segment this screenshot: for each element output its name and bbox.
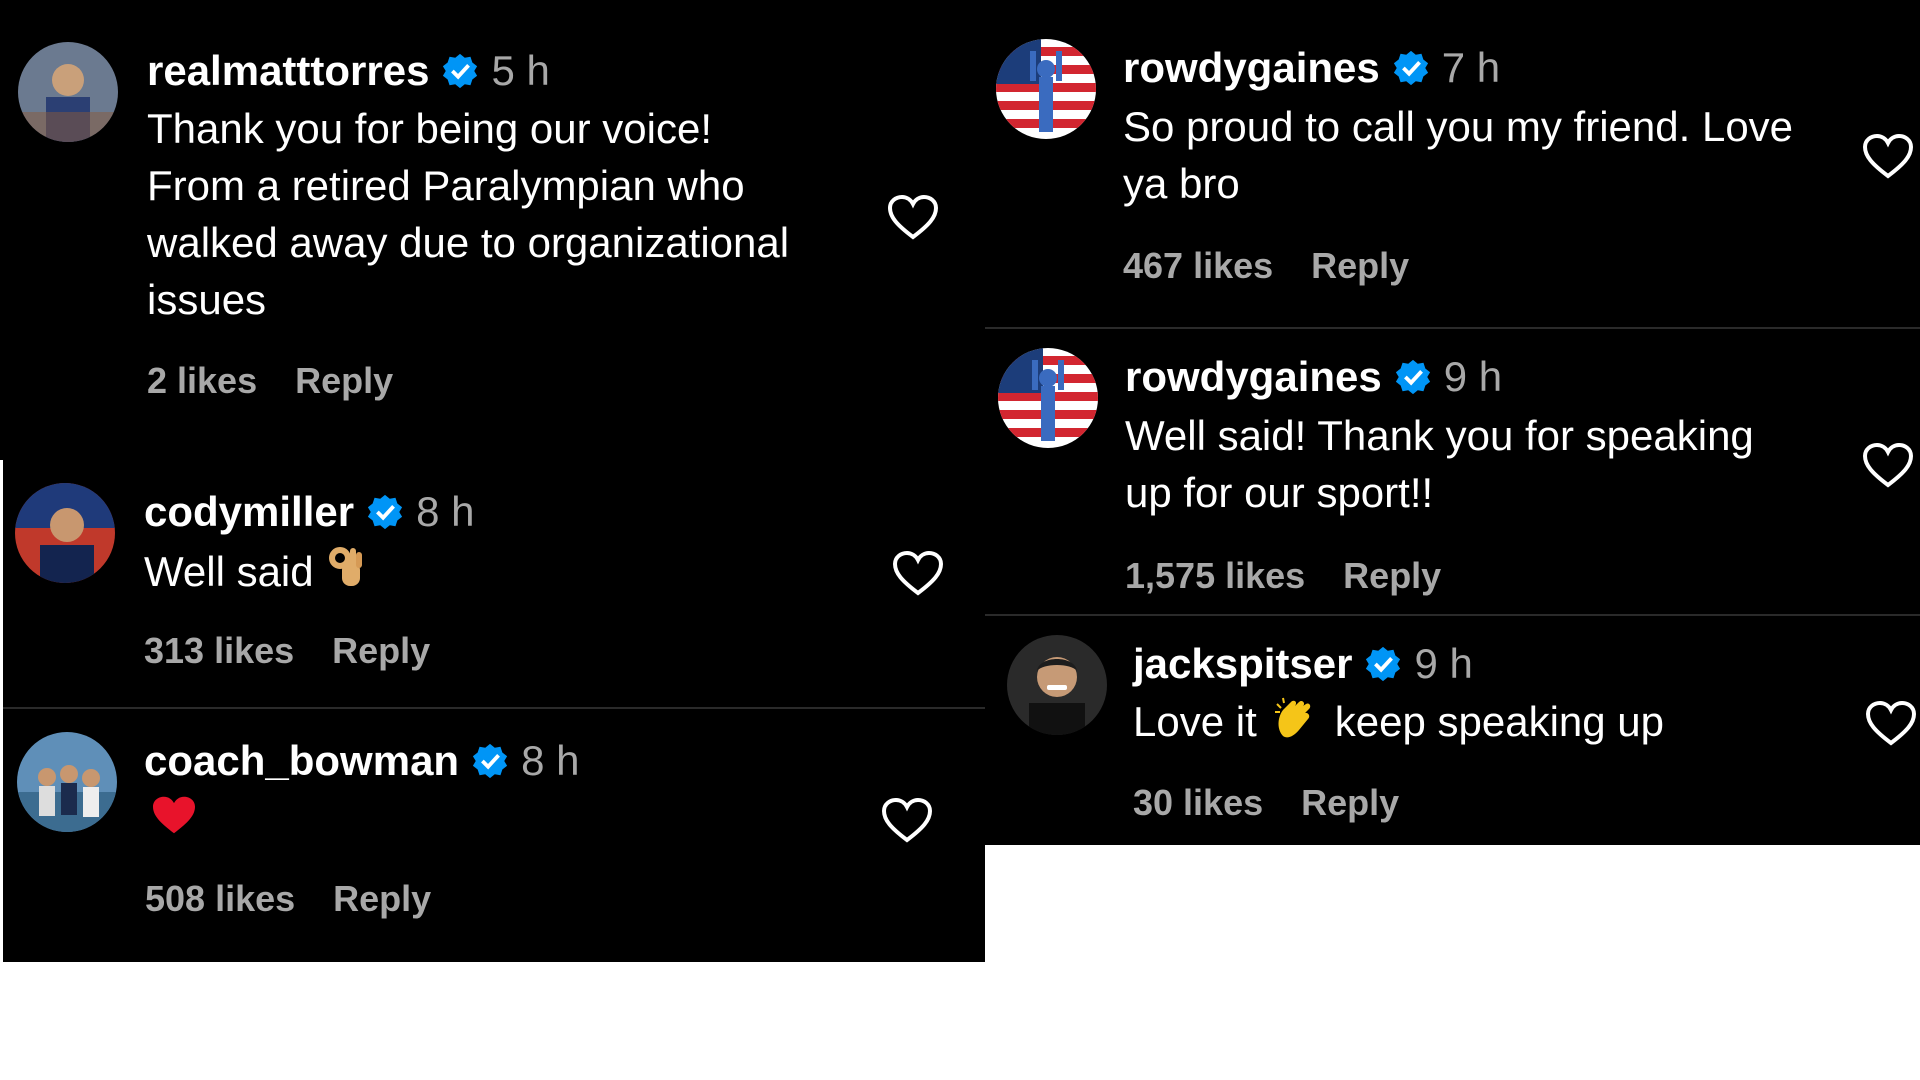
comment-text: So proud to call you my friend. Love ya … [1123, 98, 1793, 212]
comment-text: Love it keep speaking up [1133, 693, 1664, 754]
like-heart-icon[interactable] [1862, 442, 1914, 488]
comment-header: codymiller 8 h [144, 488, 474, 536]
timestamp: 7 h [1441, 44, 1501, 91]
likes-count[interactable]: 508 likes [145, 878, 295, 919]
likes-count[interactable]: 467 likes [1123, 245, 1273, 286]
reply-button[interactable]: Reply [295, 360, 393, 401]
reply-button[interactable]: Reply [1311, 245, 1409, 286]
comment-meta: 467 likes Reply [1123, 245, 1409, 287]
comment-line: So proud to call you my friend. Love [1123, 103, 1794, 150]
username[interactable]: coach_bowman [144, 737, 459, 785]
comment-line: Well said! Thank you for speaking [1125, 412, 1754, 459]
verified-badge-icon [1394, 358, 1432, 396]
username[interactable]: realmatttorres [147, 47, 429, 95]
avatar[interactable] [18, 42, 118, 142]
comment-meta: 1,575 likes Reply [1125, 555, 1441, 597]
comment-text-after: keep speaking up [1334, 698, 1665, 745]
likes-count[interactable]: 313 likes [144, 630, 294, 671]
comment-line: issues [147, 276, 267, 323]
comment-text-before: Love it [1133, 698, 1257, 745]
avatar[interactable] [996, 39, 1096, 139]
verified-badge-icon [471, 742, 509, 780]
timestamp: 9 h [1443, 353, 1503, 400]
comment-divider [985, 327, 1920, 329]
username[interactable]: rowdygaines [1125, 353, 1382, 401]
avatar[interactable] [15, 483, 115, 583]
reply-button[interactable]: Reply [333, 878, 431, 919]
verified-badge-icon [1364, 645, 1402, 683]
avatar[interactable] [1007, 635, 1107, 735]
comment-text: Well said [144, 543, 364, 604]
like-heart-icon[interactable] [881, 797, 933, 843]
like-heart-icon[interactable] [892, 550, 944, 596]
comment-meta: 30 likes Reply [1133, 782, 1399, 824]
timestamp: 8 h [521, 737, 580, 784]
username[interactable]: codymiller [144, 488, 354, 536]
avatar[interactable] [17, 732, 117, 832]
timestamp: 8 h [416, 488, 475, 535]
comment-line: Thank you for being our voice! [147, 105, 712, 152]
red-heart-emoji-icon [150, 793, 198, 850]
verified-badge-icon [366, 493, 404, 531]
likes-count[interactable]: 30 likes [1133, 782, 1263, 823]
comment-divider [985, 614, 1920, 616]
avatar[interactable] [998, 348, 1098, 448]
comment-line: ya bro [1123, 160, 1240, 207]
comment-text [150, 793, 198, 850]
verified-badge-icon [441, 52, 479, 90]
comment-text: Well said! Thank you for speaking up for… [1125, 407, 1754, 521]
like-heart-icon[interactable] [1862, 133, 1914, 179]
comment-line: up for our sport!! [1125, 469, 1434, 516]
reply-button[interactable]: Reply [1343, 555, 1441, 596]
timestamp: 9 h [1414, 640, 1473, 687]
comment-line: Well said [144, 543, 364, 604]
like-heart-icon[interactable] [887, 194, 939, 240]
comment-line: walked away due to organizational [147, 219, 790, 266]
comment-text: Thank you for being our voice! From a re… [147, 100, 789, 328]
reply-button[interactable]: Reply [1301, 782, 1399, 823]
comment-header: coach_bowman 8 h [144, 737, 579, 785]
comment-header: realmatttorres 5 h [147, 47, 550, 95]
comment-header: rowdygaines 7 h [1123, 44, 1500, 92]
timestamp: 5 h [491, 47, 550, 94]
comment-header: rowdygaines 9 h [1125, 353, 1502, 401]
likes-count[interactable]: 2 likes [147, 360, 257, 401]
username[interactable]: rowdygaines [1123, 44, 1380, 92]
verified-badge-icon [1392, 49, 1430, 87]
comment-line-text: Well said [144, 548, 314, 595]
comment-meta: 313 likes Reply [144, 630, 430, 672]
comment-meta: 508 likes Reply [145, 878, 431, 920]
comment-meta: 2 likes Reply [147, 360, 393, 402]
comment-divider [3, 707, 985, 709]
likes-count[interactable]: 1,575 likes [1125, 555, 1305, 596]
comment-header: jackspitser 9 h [1133, 640, 1473, 688]
username[interactable]: jackspitser [1133, 640, 1352, 688]
like-heart-icon[interactable] [1865, 700, 1917, 746]
clapping-hands-emoji-icon [1273, 696, 1319, 754]
reply-button[interactable]: Reply [332, 630, 430, 671]
comment-line: Love it keep speaking up [1133, 693, 1664, 754]
ok-hand-emoji-icon [328, 546, 364, 604]
comment-line: From a retired Paralympian who [147, 162, 745, 209]
